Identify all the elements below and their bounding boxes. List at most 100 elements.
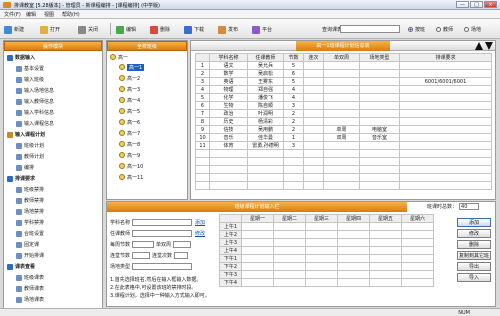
schedule-cell[interactable] (401, 270, 434, 279)
table-cell[interactable]: 吴用鹏 (247, 125, 284, 134)
radio-by-room[interactable]: 场地 (464, 26, 481, 33)
schedule-cell[interactable] (241, 246, 274, 255)
module-item[interactable]: 排课要求 (4, 174, 102, 183)
delete-button[interactable]: 删除 (457, 240, 491, 249)
menu-file[interactable]: 文件(F) (4, 11, 21, 18)
schedule-cell[interactable] (401, 222, 434, 231)
schedule-cell[interactable] (241, 230, 274, 239)
column-header[interactable]: 单双周 (323, 53, 360, 62)
module-item[interactable]: 数据输入 (4, 53, 102, 62)
table-cell[interactable] (323, 141, 360, 150)
table-cell[interactable] (303, 141, 324, 150)
class-item[interactable]: 高一11 (119, 173, 143, 181)
module-item[interactable]: 输入场地信息 (4, 86, 102, 95)
table-cell[interactable] (399, 101, 492, 110)
class-item[interactable]: 高一6 (119, 118, 140, 126)
module-item[interactable]: 教师课表 (4, 284, 102, 293)
biweekly-select[interactable] (173, 241, 192, 248)
radio-by-teacher[interactable]: 教师 (436, 26, 453, 33)
table-cell[interactable]: 雷勇,孙德明 (247, 141, 284, 150)
module-item[interactable]: 班级禁排 (4, 185, 102, 194)
table-cell[interactable] (323, 117, 360, 126)
schedule-cell[interactable] (305, 246, 338, 255)
menu-edit[interactable]: 编辑 (26, 11, 36, 18)
schedule-cell[interactable] (401, 262, 434, 271)
schedule-cell[interactable] (241, 222, 274, 231)
toolbar-publish-button[interactable]: 发布 (218, 24, 238, 35)
table-row[interactable]: 10 音乐 佳华曼 1 双周 音乐室 (195, 133, 492, 142)
schedule-cell[interactable] (369, 246, 402, 255)
module-item[interactable]: 编排 (4, 163, 102, 172)
table-row[interactable]: 4 物理 郑自强 4 (195, 85, 492, 94)
table-cell[interactable]: 历史 (209, 117, 248, 126)
schedule-cell[interactable] (369, 254, 402, 263)
schedule-cell[interactable] (337, 254, 370, 263)
table-cell[interactable] (359, 101, 400, 110)
consecutive-input[interactable] (132, 252, 151, 259)
table-cell[interactable] (323, 101, 360, 110)
schedule-cell[interactable] (401, 254, 434, 263)
table-cell[interactable] (399, 109, 492, 118)
table-cell[interactable]: 陈自顺 (247, 101, 284, 110)
schedule-cell[interactable] (369, 278, 402, 287)
menu-view[interactable]: 视图 (44, 11, 54, 18)
table-cell[interactable] (399, 93, 492, 102)
table-row[interactable]: 2 数学 吴启松 6 (195, 69, 492, 78)
module-item[interactable]: 学科禁排 (4, 218, 102, 227)
schedule-cell[interactable] (401, 278, 434, 287)
table-cell[interactable]: 3 (283, 141, 304, 150)
table-cell[interactable] (399, 117, 492, 126)
table-cell[interactable]: 信技 (209, 125, 248, 134)
schedule-cell[interactable] (337, 262, 370, 271)
table-cell[interactable]: 11 (195, 141, 210, 150)
class-item[interactable]: 高一8 (119, 140, 140, 148)
table-cell[interactable] (399, 125, 492, 134)
schedule-cell[interactable] (305, 262, 338, 271)
schedule-cell[interactable] (305, 278, 338, 287)
table-cell[interactable] (359, 61, 400, 70)
module-item[interactable]: 场地禁排 (4, 207, 102, 216)
toolbar-download-button[interactable]: 下载 (184, 24, 204, 35)
schedule-cell[interactable] (305, 238, 338, 247)
module-item[interactable]: 教师计划 (4, 152, 102, 161)
table-row[interactable]: 3 英语 王雾东 5 6001/6001/6001 (195, 77, 492, 86)
column-header[interactable] (195, 53, 210, 62)
module-item[interactable]: 输入课程计划 (4, 130, 102, 139)
toolbar-new-button[interactable]: 新建 (4, 24, 24, 35)
table-cell[interactable] (303, 109, 324, 118)
table-row[interactable]: 9 信技 吴用鹏 2 单周 电脑室 (195, 125, 492, 134)
table-cell[interactable]: 2 (283, 125, 304, 134)
table-cell[interactable] (359, 85, 400, 94)
table-row[interactable]: 1 语文 吴允兵 5 (195, 61, 492, 70)
table-cell[interactable]: 10 (195, 133, 210, 142)
menu-help[interactable]: 帮助(H) (62, 11, 80, 18)
table-cell[interactable]: 单周 (323, 125, 360, 134)
schedule-cell[interactable] (369, 238, 402, 247)
module-item[interactable]: 场地课表 (4, 295, 102, 304)
add-link[interactable]: 添加 (195, 219, 205, 226)
class-item[interactable]: 高一9 (119, 151, 140, 159)
table-row[interactable]: 7 政治 叶润明 2 (195, 109, 492, 118)
table-cell[interactable]: 2 (195, 69, 210, 78)
module-item[interactable]: 输入教师信息 (4, 97, 102, 106)
schedule-cell[interactable] (273, 262, 306, 271)
table-cell[interactable] (323, 85, 360, 94)
subject-select[interactable] (132, 219, 193, 226)
table-cell[interactable]: 3 (195, 77, 210, 86)
table-cell[interactable]: 物理 (209, 85, 248, 94)
module-item[interactable]: 开始排课 (4, 251, 102, 260)
module-item[interactable]: 课表查看 (4, 262, 102, 271)
schedule-cell[interactable] (241, 262, 274, 271)
table-cell[interactable]: 化学 (209, 93, 248, 102)
table-cell[interactable]: 6 (283, 69, 304, 78)
column-header[interactable]: 排课要求 (399, 53, 492, 62)
schedule-cell[interactable] (273, 238, 306, 247)
table-cell[interactable]: 叶润明 (247, 109, 284, 118)
table-cell[interactable]: 1 (195, 61, 210, 70)
table-cell[interactable] (323, 61, 360, 70)
table-cell[interactable] (303, 85, 324, 94)
tree-root[interactable]: 高一 (110, 53, 128, 61)
table-cell[interactable]: 8 (195, 117, 210, 126)
table-cell[interactable]: 郑自强 (247, 85, 284, 94)
copy-to-other-class-button[interactable]: 复制到其它班 (457, 251, 491, 260)
